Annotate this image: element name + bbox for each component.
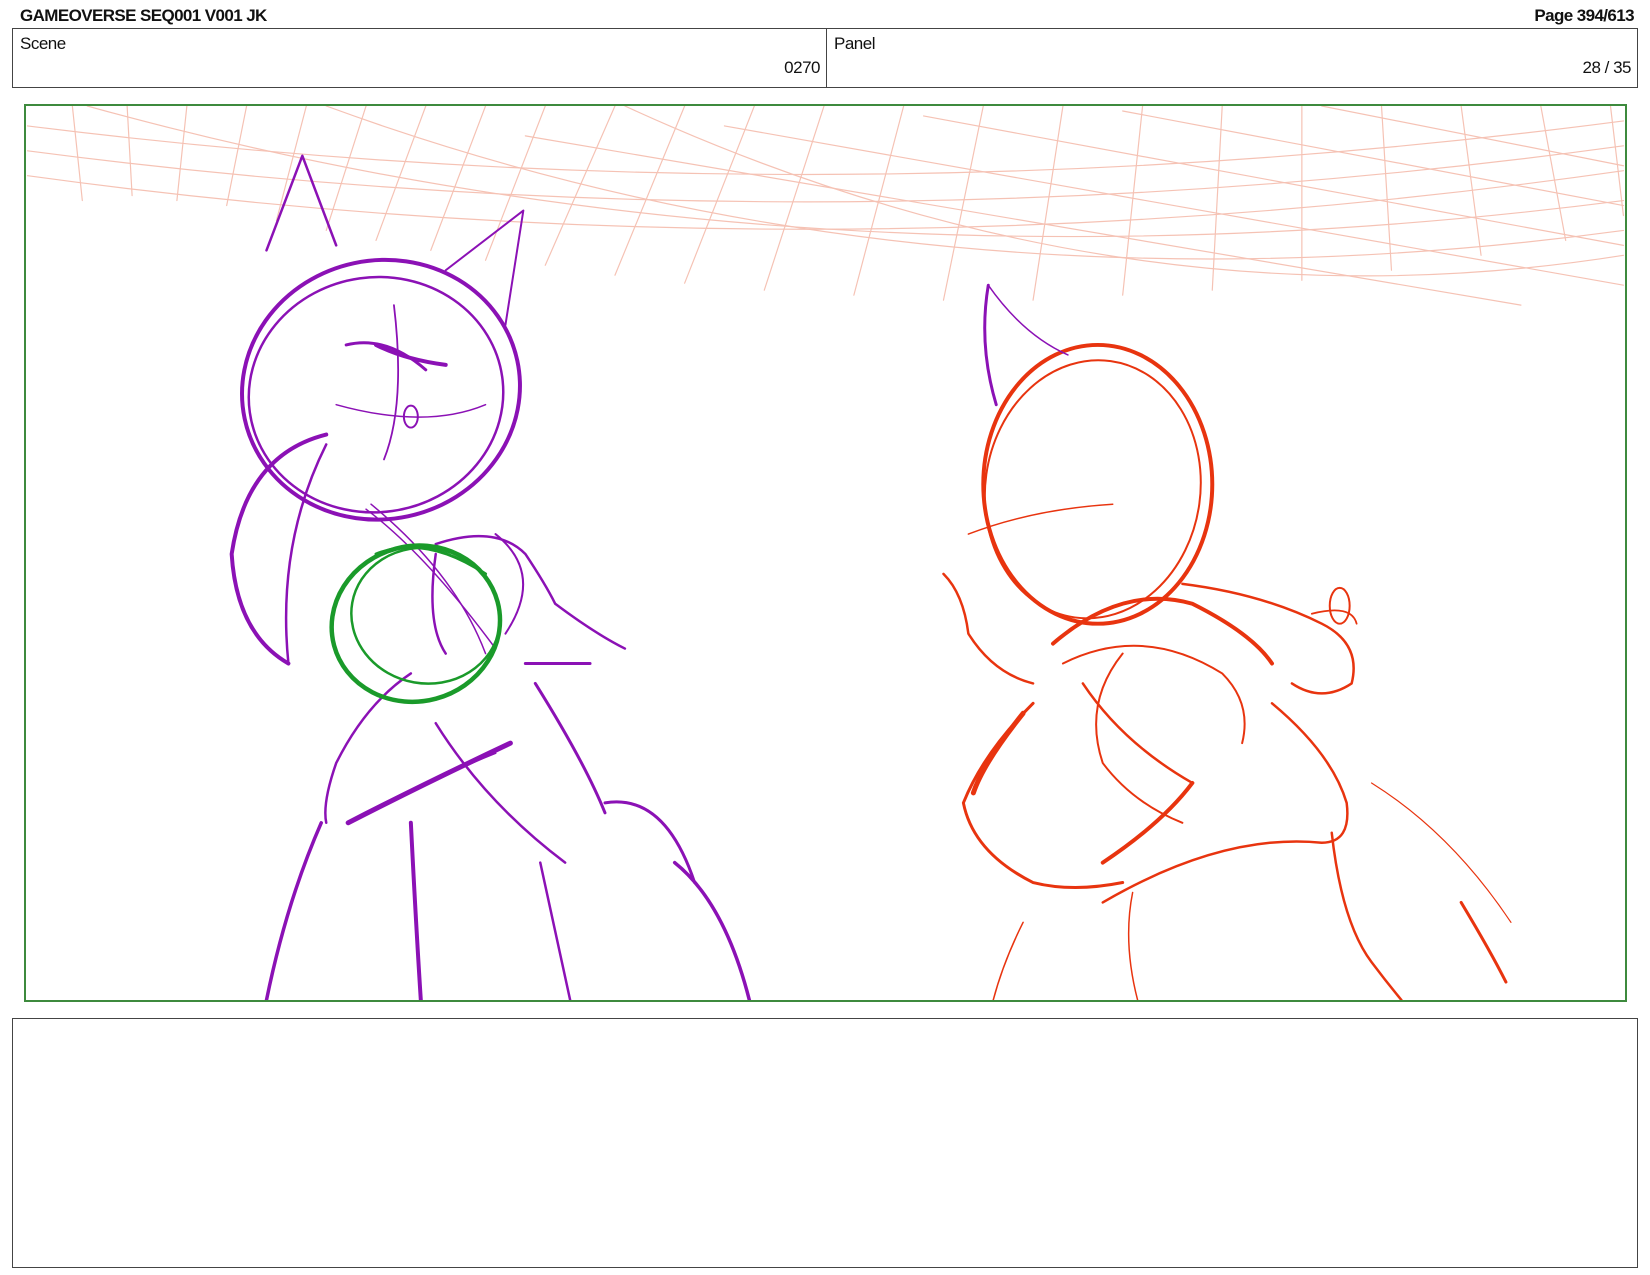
background-grid <box>26 106 1625 306</box>
notes-box <box>12 1018 1638 1268</box>
storyboard-sketch <box>26 106 1625 1000</box>
panel-field: Panel 28 / 35 <box>827 29 1637 87</box>
document-title: GAMEOVERSE SEQ001 V001 JK <box>20 6 267 25</box>
panel-label: Panel <box>834 34 875 53</box>
right-character-ear-sketch <box>983 283 1069 407</box>
scene-value: 0270 <box>784 58 820 77</box>
panel-value: 28 / 35 <box>1582 58 1632 77</box>
scene-field: Scene 0270 <box>13 29 827 87</box>
right-character-sketch <box>942 342 1512 1000</box>
scene-label: Scene <box>20 34 66 53</box>
storyboard-panel-frame <box>24 104 1627 1002</box>
info-bar: Scene 0270 Panel 28 / 35 <box>12 28 1638 88</box>
left-character-accent-sketch <box>329 543 503 705</box>
page-number: Page 394/613 <box>1534 6 1634 25</box>
